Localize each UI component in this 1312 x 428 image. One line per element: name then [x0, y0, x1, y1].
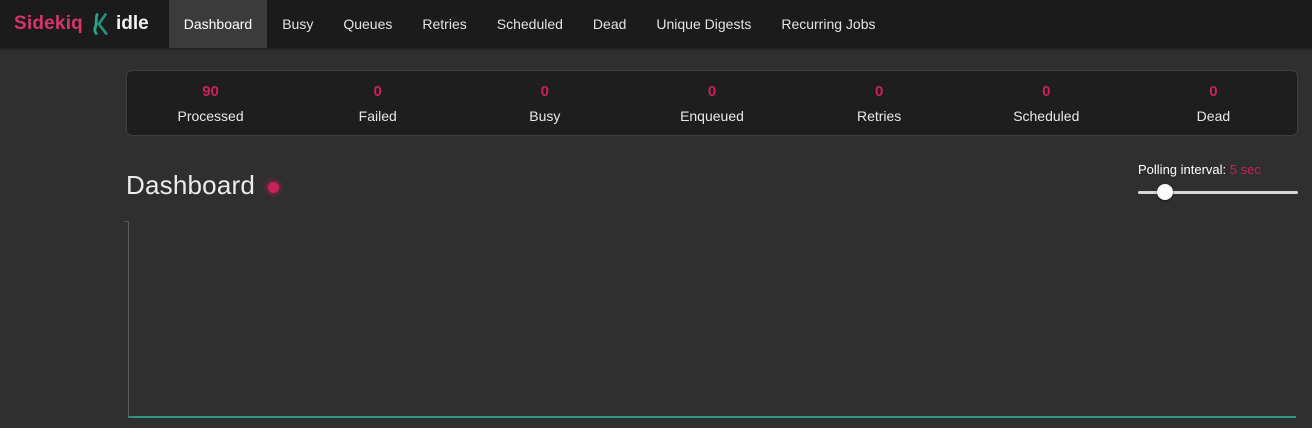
- page-title: Dashboard: [126, 170, 255, 201]
- nav-tab-unique-digests[interactable]: Unique Digests: [641, 0, 766, 48]
- stat-value: 0: [796, 84, 963, 100]
- stat-value: 0: [963, 84, 1130, 100]
- sidekiq-gem-icon: [92, 13, 109, 35]
- stat-label: Scheduled: [963, 108, 1130, 124]
- stat-label: Failed: [294, 108, 461, 124]
- polling-control: Polling interval: 5 sec: [1138, 162, 1298, 200]
- nav-tab-dashboard[interactable]: Dashboard: [169, 0, 268, 48]
- live-beacon-icon: [268, 182, 279, 193]
- stat-value: 0: [294, 84, 461, 100]
- brand[interactable]: Sidekiq idle: [0, 0, 159, 48]
- stat-value: 0: [628, 84, 795, 100]
- nav-tab-retries[interactable]: Retries: [407, 0, 481, 48]
- stat-label: Retries: [796, 108, 963, 124]
- stat-dead[interactable]: 0 Dead: [1130, 71, 1297, 135]
- page-header: Dashboard: [126, 170, 279, 201]
- stat-label: Enqueued: [628, 108, 795, 124]
- nav-tab-scheduled[interactable]: Scheduled: [482, 0, 578, 48]
- top-navbar: Sidekiq idle DashboardBusyQueuesRetriesS…: [0, 0, 1312, 48]
- stat-enqueued[interactable]: 0 Enqueued: [628, 71, 795, 135]
- stat-value: 0: [461, 84, 628, 100]
- stat-scheduled[interactable]: 0 Scheduled: [963, 71, 1130, 135]
- nav-tab-busy[interactable]: Busy: [267, 0, 328, 48]
- slider-thumb[interactable]: [1157, 184, 1173, 200]
- y-axis-top-tick: [124, 221, 129, 222]
- stat-failed[interactable]: 0 Failed: [294, 71, 461, 135]
- nav-tab-queues[interactable]: Queues: [328, 0, 407, 48]
- stat-value: 0: [1130, 84, 1297, 100]
- polling-label-text: Polling interval:: [1138, 162, 1226, 177]
- stat-label: Busy: [461, 108, 628, 124]
- polling-interval-slider[interactable]: [1138, 184, 1298, 200]
- stat-retries[interactable]: 0 Retries: [796, 71, 963, 135]
- stat-processed[interactable]: 90 Processed: [127, 71, 294, 135]
- polling-value: 5 sec: [1230, 162, 1261, 177]
- nav-tab-dead[interactable]: Dead: [578, 0, 641, 48]
- stat-label: Dead: [1130, 108, 1297, 124]
- polling-label: Polling interval: 5 sec: [1138, 162, 1298, 177]
- stat-busy[interactable]: 0 Busy: [461, 71, 628, 135]
- status-text: idle: [116, 13, 149, 35]
- stat-value: 90: [127, 84, 294, 100]
- brand-name: Sidekiq: [14, 13, 83, 35]
- stat-label: Processed: [127, 108, 294, 124]
- summary-stats-panel: 90Processed0Failed0Busy0Enqueued0Retries…: [126, 70, 1298, 136]
- realtime-chart: [128, 222, 1296, 418]
- nav-tabs: DashboardBusyQueuesRetriesScheduledDeadU…: [169, 0, 891, 48]
- nav-tab-recurring-jobs[interactable]: Recurring Jobs: [766, 0, 890, 48]
